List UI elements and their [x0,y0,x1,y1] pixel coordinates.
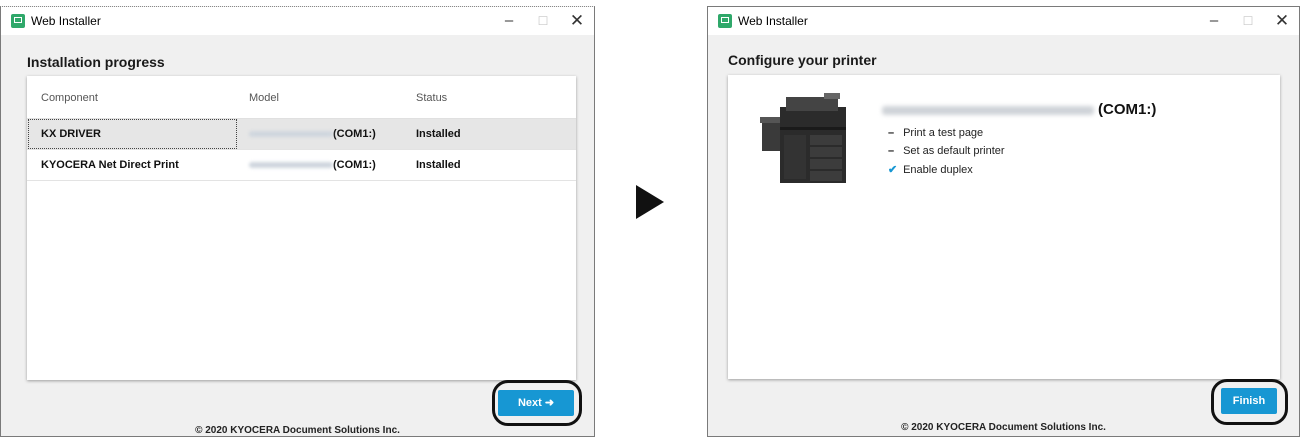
option-set-default-printer[interactable]: – Set as default printer [888,145,1005,157]
title-bar: Web Installer – ☐ ✕ [708,7,1299,35]
model-cell: (COM1:) [249,128,376,140]
highlight-ring [492,380,582,426]
option-print-test-page[interactable]: – Print a test page [888,127,983,139]
installer-window-progress: Web Installer – ☐ ✕ Installation progres… [0,6,595,437]
maximize-button[interactable]: ☐ [528,10,558,32]
minimize-button[interactable]: – [1199,10,1229,32]
redacted-model-name [249,162,333,169]
column-header-model: Model [249,92,279,104]
status-cell: Installed [416,159,461,171]
window-title: Web Installer [31,14,101,28]
printer-config-panel: (COM1:) – Print a test page – Set as def… [728,75,1280,379]
page-title: Installation progress [27,54,165,70]
close-button[interactable]: ✕ [1267,10,1297,32]
printer-name: (COM1:) [882,101,1156,118]
dash-icon: – [888,145,895,157]
installer-window-configure: Web Installer – ☐ ✕ Configure your print… [707,6,1300,437]
table-row[interactable]: KYOCERA Net Direct Print (COM1:) Install… [27,150,576,181]
option-enable-duplex[interactable]: ✔ Enable duplex [888,163,973,176]
progress-table: Component Model Status KX DRIVER (COM1:)… [27,76,576,380]
component-cell: KYOCERA Net Direct Print [41,159,179,171]
column-header-component: Component [41,92,98,104]
maximize-button[interactable]: ☐ [1233,10,1263,32]
redacted-printer-model [882,105,1094,115]
status-cell: Installed [416,128,461,140]
dash-icon: – [888,127,895,139]
checkmark-icon: ✔ [888,164,898,176]
copyright-footer: © 2020 KYOCERA Document Solutions Inc. [195,425,400,436]
web-installer-app-icon [718,14,732,28]
printer-image-icon [760,93,846,183]
close-button[interactable]: ✕ [562,10,592,32]
play-arrow-icon [636,185,664,219]
window-title: Web Installer [738,14,808,28]
minimize-button[interactable]: – [494,10,524,32]
highlight-ring [1211,379,1288,425]
page-title: Configure your printer [728,52,877,68]
table-row[interactable]: KX DRIVER (COM1:) Installed [27,119,576,150]
model-cell: (COM1:) [249,159,376,171]
column-header-status: Status [416,92,448,104]
table-header: Component Model Status [27,76,576,119]
component-cell: KX DRIVER [41,128,101,140]
title-bar: Web Installer – ☐ ✕ [1,7,594,35]
web-installer-app-icon [11,14,25,28]
redacted-model-name [249,131,333,138]
copyright-footer: © 2020 KYOCERA Document Solutions Inc. [901,422,1106,433]
